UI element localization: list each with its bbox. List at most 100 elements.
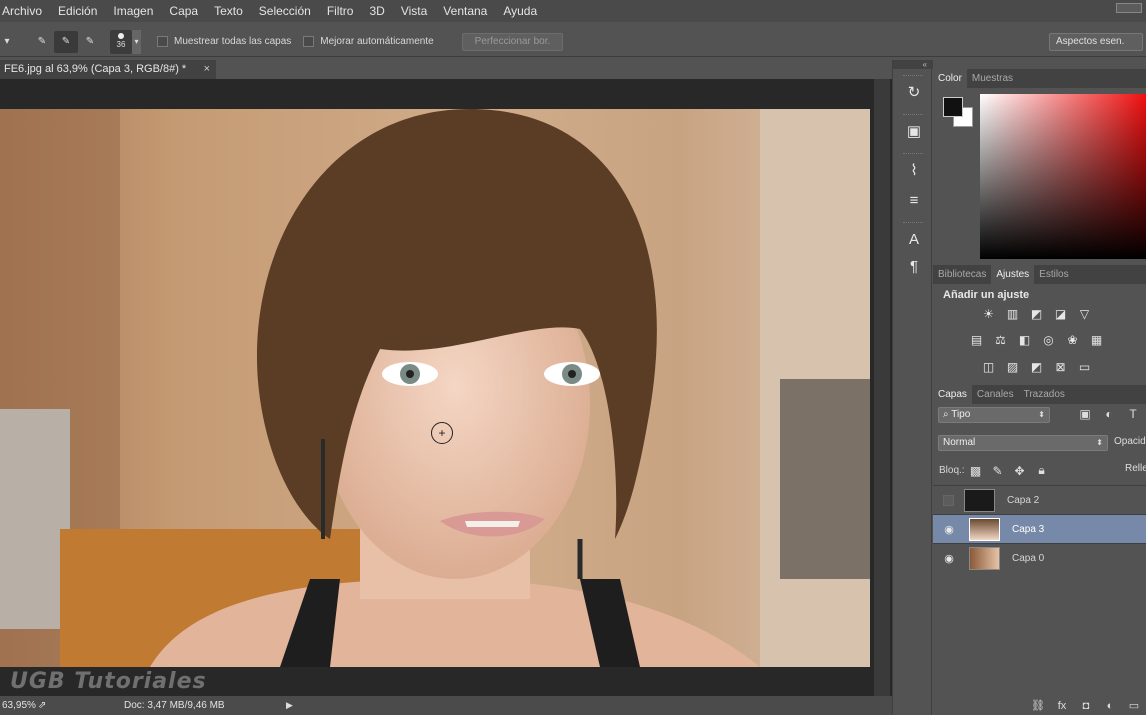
vibrance-icon[interactable]: ▽ bbox=[1075, 307, 1094, 322]
lock-image-icon[interactable]: ✎ bbox=[987, 464, 1009, 478]
menu-3d[interactable]: 3D bbox=[361, 0, 392, 22]
adjustment-row-3: ◫ ▨ ◩ ⊠ ▭ bbox=[979, 360, 1099, 375]
curves-icon[interactable]: ◩ bbox=[1027, 307, 1046, 322]
filter-pixel-icon[interactable]: ▣ bbox=[1073, 407, 1097, 421]
sample-all-layers-checkbox[interactable] bbox=[157, 36, 168, 47]
menu-seleccion[interactable]: Selección bbox=[251, 0, 319, 22]
refine-edge-button[interactable]: Perfeccionar bor. bbox=[461, 32, 564, 51]
tab-color[interactable]: Color bbox=[933, 69, 967, 88]
document-tab[interactable]: FE6.jpg al 63,9% (Capa 3, RGB/8#) * × bbox=[0, 60, 216, 79]
brush-dot-icon bbox=[118, 32, 124, 39]
paragraph-icon[interactable]: ¶ bbox=[905, 258, 923, 276]
black-white-icon[interactable]: ◧ bbox=[1015, 333, 1034, 348]
link-layers-icon[interactable]: ⛓ bbox=[1026, 699, 1050, 712]
character-icon[interactable]: A bbox=[905, 231, 923, 249]
dock-grip[interactable] bbox=[903, 222, 923, 224]
menu-texto[interactable]: Texto bbox=[206, 0, 251, 22]
options-bar: ▾ ✎ ✎ ✎ 36 ▾ Muestrear todas las capas M… bbox=[0, 27, 1146, 57]
menu-archivo[interactable]: Archivo bbox=[0, 0, 50, 22]
adjustments-panel-tabs: Bibliotecas Ajustes Estilos bbox=[933, 265, 1146, 284]
auto-enhance-checkbox[interactable] bbox=[303, 36, 315, 47]
brightness-contrast-icon[interactable]: ☀ bbox=[979, 307, 998, 322]
menu-ventana[interactable]: Ventana bbox=[435, 0, 495, 22]
layer-filter-dropdown[interactable]: ⌕ Tipo ⬍ bbox=[938, 407, 1050, 423]
brush-presets-icon[interactable]: ⌇ bbox=[905, 162, 923, 180]
close-document-icon[interactable]: × bbox=[204, 60, 210, 79]
channel-mixer-icon[interactable]: ❀ bbox=[1063, 333, 1082, 348]
workspace-switcher-button[interactable]: Aspectos esen. bbox=[1049, 33, 1143, 51]
eye-icon[interactable]: ◉ bbox=[941, 552, 957, 565]
threshold-icon[interactable]: ◩ bbox=[1027, 360, 1046, 375]
tab-trazados[interactable]: Trazados bbox=[1019, 385, 1070, 404]
tab-capas[interactable]: Capas bbox=[933, 385, 972, 404]
menu-capa[interactable]: Capa bbox=[161, 0, 206, 22]
lock-all-icon[interactable]: 🔒︎ bbox=[1031, 463, 1053, 478]
color-spectrum-picker[interactable] bbox=[980, 94, 1146, 259]
color-balance-icon[interactable]: ⚖ bbox=[991, 333, 1010, 348]
brush-size-arrow-icon[interactable]: ▾ bbox=[132, 29, 141, 54]
menu-imagen[interactable]: Imagen bbox=[105, 0, 161, 22]
expand-panels-icon[interactable]: « bbox=[893, 60, 933, 69]
tool-presets-icon[interactable]: ▣ bbox=[905, 123, 923, 141]
invert-icon[interactable]: ◫ bbox=[979, 360, 998, 375]
filter-type-icon[interactable]: T bbox=[1121, 407, 1145, 421]
tab-muestras[interactable]: Muestras bbox=[967, 69, 1018, 88]
selective-color-icon[interactable]: ⊠ bbox=[1051, 360, 1070, 375]
photo-canvas[interactable]: + bbox=[0, 109, 870, 667]
zoom-level[interactable]: 63,95% bbox=[0, 700, 38, 711]
photo-filter-icon[interactable]: ◎ bbox=[1039, 333, 1058, 348]
lock-transparent-icon[interactable]: ▩ bbox=[965, 464, 987, 478]
canvas-area[interactable]: + bbox=[0, 79, 892, 696]
add-to-selection-brush-icon[interactable]: ✎ bbox=[54, 30, 78, 53]
color-panel: Color Muestras bbox=[933, 69, 1146, 265]
status-menu-arrow-icon[interactable]: ▶ bbox=[286, 700, 293, 711]
exposure-icon[interactable]: ◪ bbox=[1051, 307, 1070, 322]
layer-name: Capa 3 bbox=[1012, 523, 1045, 535]
tab-canales[interactable]: Canales bbox=[972, 385, 1019, 404]
layer-row[interactable]: Capa 2 bbox=[933, 485, 1146, 514]
tool-preset-dropdown-icon[interactable]: ▾ bbox=[0, 31, 14, 53]
eye-icon[interactable]: ◉ bbox=[941, 523, 957, 536]
new-selection-brush-icon[interactable]: ✎ bbox=[30, 31, 54, 53]
brush-settings-icon[interactable]: ≡ bbox=[905, 192, 923, 210]
layer-mask-icon[interactable]: ◘ bbox=[1074, 700, 1098, 712]
dock-grip[interactable] bbox=[903, 153, 923, 155]
layer-style-icon[interactable]: fx bbox=[1050, 700, 1074, 712]
menu-filtro[interactable]: Filtro bbox=[319, 0, 362, 22]
dock-grip[interactable] bbox=[903, 75, 923, 77]
tab-estilos[interactable]: Estilos bbox=[1034, 265, 1073, 284]
dropdown-spinner-icon: ⬍ bbox=[1038, 410, 1045, 419]
new-group-icon[interactable]: ▭ bbox=[1122, 699, 1146, 712]
dropdown-spinner-icon: ⬍ bbox=[1096, 438, 1103, 447]
layer-row[interactable]: ◉ Capa 3 bbox=[933, 514, 1146, 543]
visibility-toggle[interactable] bbox=[943, 494, 954, 506]
levels-icon[interactable]: ▥ bbox=[1003, 307, 1022, 322]
brush-size-picker[interactable]: 36 bbox=[110, 29, 132, 54]
blend-mode-dropdown[interactable]: Normal ⬍ bbox=[938, 435, 1108, 451]
filter-adjustment-icon[interactable]: ◐ bbox=[1097, 407, 1121, 421]
history-icon[interactable]: ↻ bbox=[905, 84, 923, 102]
foreground-color-swatch[interactable] bbox=[943, 97, 963, 117]
menu-vista[interactable]: Vista bbox=[393, 0, 435, 22]
menu-edicion[interactable]: Edición bbox=[50, 0, 105, 22]
layer-row[interactable]: ◉ Capa 0 bbox=[933, 543, 1146, 572]
document-size: Doc: 3,47 MB/9,46 MB bbox=[124, 700, 225, 711]
layer-thumbnail bbox=[969, 546, 1000, 570]
tab-bibliotecas[interactable]: Bibliotecas bbox=[933, 265, 991, 284]
posterize-icon[interactable]: ▨ bbox=[1003, 360, 1022, 375]
foreground-background-swatches[interactable] bbox=[943, 97, 975, 129]
right-panels: Color Muestras Bibliotecas Ajustes Estil… bbox=[933, 60, 1146, 715]
gradient-map-icon[interactable]: ▭ bbox=[1075, 360, 1094, 375]
canvas-vertical-scrollbar[interactable] bbox=[874, 79, 890, 696]
window-minimize-button[interactable] bbox=[1116, 3, 1142, 13]
tab-ajustes[interactable]: Ajustes bbox=[991, 265, 1035, 284]
dock-grip[interactable] bbox=[903, 114, 923, 116]
collapsed-panel-dock: « ↻ ▣ ⌇ ≡ A ¶ bbox=[892, 60, 933, 715]
subtract-from-selection-brush-icon[interactable]: ✎ bbox=[78, 31, 102, 53]
color-lookup-icon[interactable]: ▦ bbox=[1087, 333, 1106, 348]
hue-saturation-icon[interactable]: ▤ bbox=[967, 333, 986, 348]
lock-position-icon[interactable]: ✥ bbox=[1009, 464, 1031, 478]
export-icon[interactable]: ⇗ bbox=[38, 700, 58, 711]
menu-ayuda[interactable]: Ayuda bbox=[495, 0, 545, 22]
new-adjustment-layer-icon[interactable]: ◐ bbox=[1098, 700, 1122, 712]
